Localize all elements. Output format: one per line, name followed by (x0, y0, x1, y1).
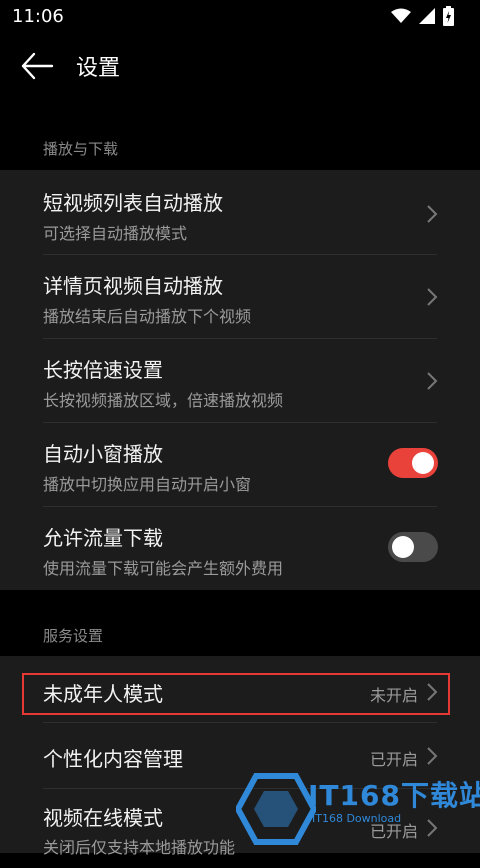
row-subtitle: 使用流量下载可能会产生额外费用 (43, 559, 284, 578)
row-allow-data-download: 允许流量下载 使用流量下载可能会产生额外费用 (0, 506, 480, 590)
highlight-box (22, 673, 450, 715)
chevron-right-icon (427, 288, 438, 306)
playback-settings-card: 短视频列表自动播放 可选择自动播放模式 详情页视频自动播放 播放结束后自动播放下… (0, 170, 480, 590)
row-title: 允许流量下载 (43, 526, 163, 550)
battery-charging-icon (443, 6, 454, 26)
row-subtitle: 播放中切换应用自动开启小窗 (43, 475, 252, 494)
row-subtitle: 播放结束后自动播放下个视频 (43, 307, 252, 326)
status-icons (391, 6, 454, 26)
section-label-playback: 播放与下载 (43, 140, 119, 158)
chevron-right-icon (427, 372, 438, 390)
mini-window-toggle[interactable] (388, 448, 438, 478)
chevron-right-icon (427, 747, 438, 765)
back-arrow-icon[interactable] (20, 50, 54, 82)
row-subtitle: 关闭后仅支持本地播放功能 (43, 838, 236, 857)
wifi-icon (391, 8, 411, 23)
row-subtitle: 长按视频播放区域，倍速播放视频 (43, 391, 284, 410)
toggle-knob (412, 452, 434, 474)
row-title: 长按倍速设置 (43, 358, 163, 382)
row-long-press-speed[interactable]: 长按倍速设置 长按视频播放区域，倍速播放视频 (0, 338, 480, 422)
section-label-service: 服务设置 (43, 627, 104, 645)
toggle-knob (392, 536, 414, 558)
watermark-subtext: IT168 Download (312, 812, 402, 825)
page-title: 设置 (76, 56, 121, 81)
status-bar: 11:06 (0, 0, 480, 34)
row-short-video-autoplay[interactable]: 短视频列表自动播放 可选择自动播放模式 (0, 170, 480, 254)
row-title: 个性化内容管理 (43, 747, 183, 771)
data-download-toggle[interactable] (388, 532, 438, 562)
signal-icon (419, 8, 435, 24)
watermark-logo-icon (236, 773, 316, 845)
row-title: 自动小窗播放 (43, 442, 163, 466)
app-bar: 设置 (0, 34, 480, 98)
row-title: 短视频列表自动播放 (43, 191, 223, 215)
row-title: 详情页视频自动播放 (43, 274, 223, 298)
row-subtitle: 可选择自动播放模式 (43, 224, 188, 243)
chevron-right-icon (427, 205, 438, 223)
row-title: 视频在线模式 (43, 806, 163, 830)
status-time: 11:06 (12, 6, 64, 27)
watermark: IT168下载站 IT168 Download (236, 766, 480, 853)
row-detail-video-autoplay[interactable]: 详情页视频自动播放 播放结束后自动播放下个视频 (0, 254, 480, 338)
watermark-text: IT168下载站 (308, 779, 480, 812)
row-auto-mini-window: 自动小窗播放 播放中切换应用自动开启小窗 (0, 422, 480, 506)
